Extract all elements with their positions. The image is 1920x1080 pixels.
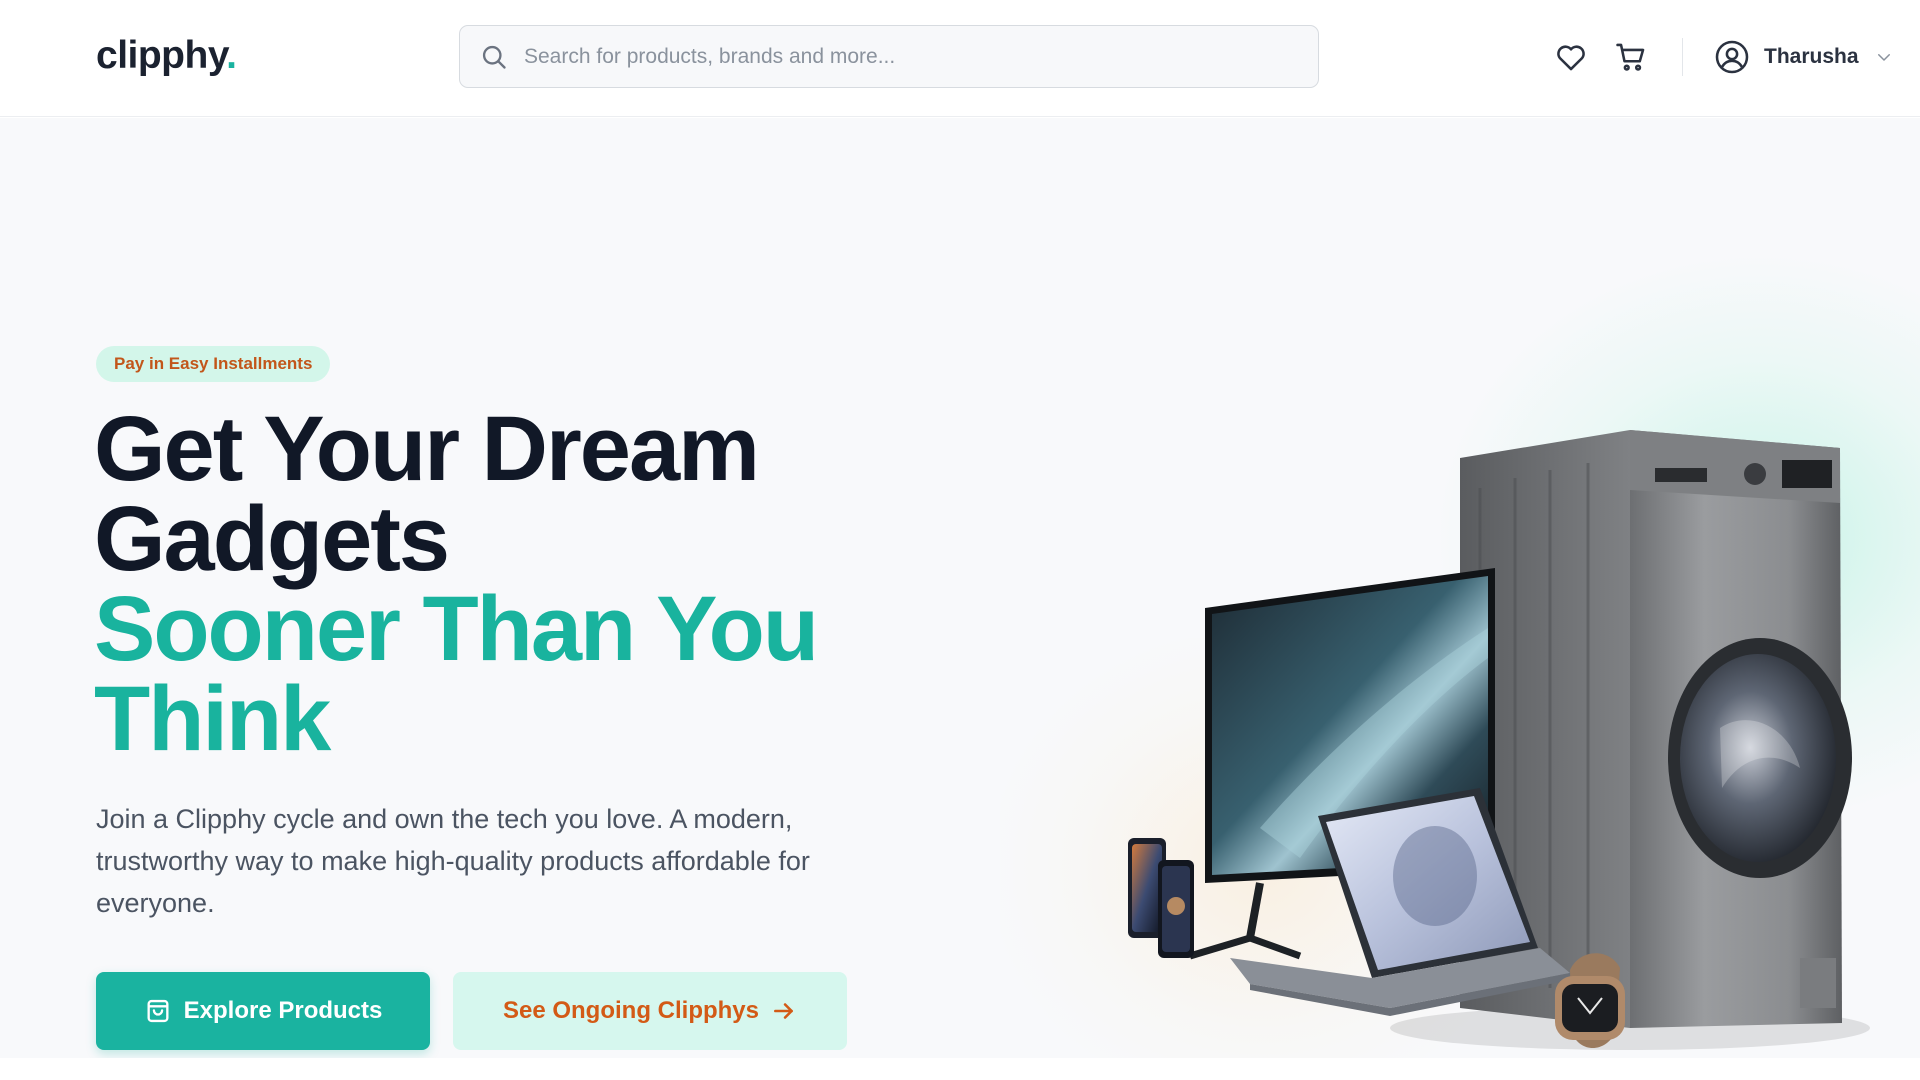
- gadgets-illustration: [1128, 430, 1870, 1050]
- user-circle-icon: [1715, 40, 1749, 74]
- installments-badge: Pay in Easy Installments: [96, 346, 331, 382]
- see-ongoing-clipphys-button[interactable]: See Ongoing Clipphys: [453, 972, 847, 1050]
- see-ongoing-label: See Ongoing Clipphys: [502, 997, 760, 1024]
- headline-line-1: Get Your Dream: [94, 398, 760, 500]
- search-bar[interactable]: [459, 25, 1319, 88]
- chevron-down-icon: [1877, 54, 1890, 61]
- logo-dot: .: [226, 34, 237, 77]
- search-input[interactable]: [524, 44, 1284, 69]
- search-icon: [482, 45, 506, 69]
- arrow-right-icon: [774, 1003, 793, 1019]
- headline-line-3: Sooner Than You: [94, 578, 819, 680]
- explore-products-label: Explore Products: [183, 997, 383, 1024]
- hero-section: Pay in Easy Installments Get Your Dream …: [0, 118, 1920, 1058]
- logo-text: clipphy: [96, 34, 227, 77]
- explore-products-button[interactable]: Explore Products: [96, 972, 430, 1050]
- headline-line-4: Think: [94, 668, 331, 770]
- brand-logo[interactable]: clipphy.: [96, 34, 237, 78]
- cart-icon[interactable]: [1614, 40, 1648, 74]
- user-menu[interactable]: Tharusha: [1714, 36, 1893, 78]
- hero-description: Join a Clipphy cycle and own the tech yo…: [96, 804, 810, 918]
- top-navbar: clipphy. Tharusha: [0, 0, 1920, 117]
- shopping-bag-icon: [147, 999, 169, 1023]
- hero-headline: Get Your Dream Gadgets Sooner Than You T…: [94, 398, 894, 770]
- user-name: Tharusha: [1764, 45, 1859, 68]
- header-divider: [1682, 38, 1683, 76]
- headline-line-2: Gadgets: [94, 488, 450, 590]
- heart-icon[interactable]: [1554, 40, 1588, 74]
